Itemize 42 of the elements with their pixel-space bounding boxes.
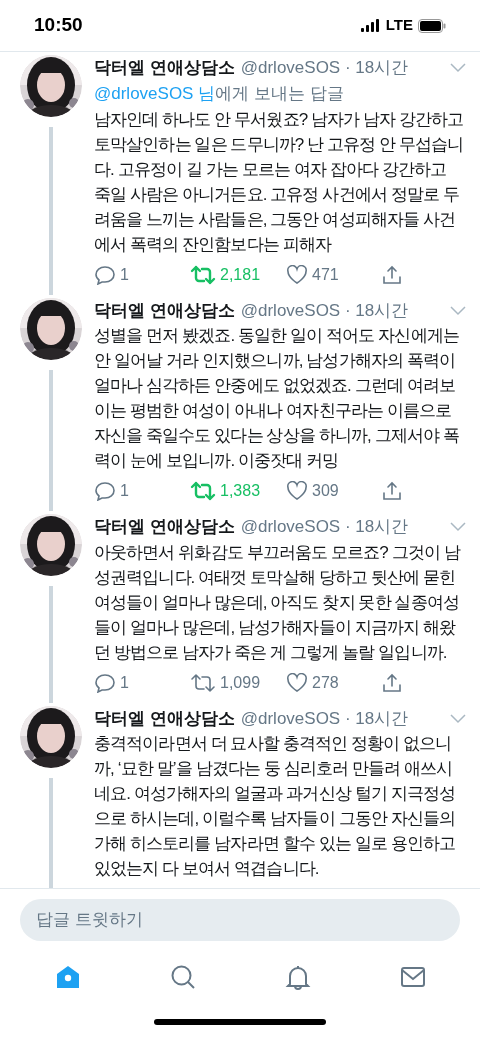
tweet-text: 성별을 먼저 봤겠죠. 동일한 일이 적어도 자신에게는 안 일어날 거라 인지했으니까, 남성가해자의 폭력이 얼마나 심각하든 안중에도 없었겠죠. 그런데 여려보이는 평범한 여성이 아내나 여자친구라는 이름으로 자신을 죽일수도 있다는 상상을 하니까, 그제서야 폭력이 눈에 보입니까. 이중잣대 커밍 bbox=[94, 325, 460, 472]
share-icon[interactable] bbox=[382, 672, 402, 693]
reply-count: 1 bbox=[120, 481, 129, 501]
handle-and-time: @drloveSOS · 18시간 bbox=[240, 299, 409, 322]
battery-icon bbox=[418, 18, 446, 33]
reply-icon[interactable] bbox=[94, 264, 116, 285]
mention-link[interactable]: @drloveSOS 님 bbox=[94, 83, 216, 103]
display-name: 닥터엘 연애상담소 bbox=[94, 57, 235, 79]
reply-count: 1 bbox=[120, 672, 129, 693]
retweet-count: 2,181 bbox=[220, 264, 261, 285]
signal-icon bbox=[360, 19, 381, 32]
retweet-icon[interactable] bbox=[190, 672, 216, 693]
status-time: 10:50 bbox=[34, 13, 83, 38]
display-name: 닥터엘 연애상담소 bbox=[94, 707, 235, 730]
network-label: LTE bbox=[385, 15, 413, 36]
handle-and-time: @drloveSOS · 18시간 bbox=[240, 57, 409, 79]
tweet-text: 아웃하면서 위화감도 부끄러움도 모르죠? 그것이 남성권력입니다. 여태껏 토막살해 당하고 뒷산에 묻힌 여성들이 얼마나 많은데, 아직도 찾지 못한 실종여성들이 얼마나 많은데, 남성가해자들이 지금까지 해왔던 방법으로 남자가 죽은 게 그렇게 놀랄 일입니까. bbox=[94, 541, 462, 664]
retweet-icon[interactable] bbox=[190, 264, 216, 285]
retweet-count: 1,099 bbox=[220, 672, 261, 693]
heart-icon[interactable] bbox=[286, 481, 308, 501]
tweet-text: 충격적이라면서 더 묘사할 충격적인 정황이 없으니까, ‘묘한 말’을 남겼다는 둥 심리호러 만들려 애쓰시네요. 여성가해자의 얼굴과 과거신상 털기 지극정성으로 하시는데, 이럴수록 남자들이 그동안 자신들의 가해 히스토리를 남자라면 할수 있는 일로 용인하고 있었는지 다 보여서 역겹습니다. bbox=[94, 733, 457, 880]
handle-and-time: @drloveSOS · 18시간 bbox=[240, 707, 409, 730]
share-icon[interactable] bbox=[382, 264, 402, 285]
like-count: 278 bbox=[312, 672, 339, 693]
heart-icon[interactable] bbox=[286, 264, 308, 285]
retweet-icon[interactable] bbox=[190, 481, 216, 501]
search-icon bbox=[168, 963, 197, 991]
reply-count: 1 bbox=[120, 264, 129, 285]
reply-context: @drloveSOS 님에게 보내는 답글 bbox=[94, 82, 345, 105]
reply-icon[interactable] bbox=[94, 672, 116, 693]
like-count: 309 bbox=[312, 481, 339, 501]
display-name: 닥터엘 연애상담소 bbox=[94, 516, 235, 538]
display-name: 닥터엘 연애상담소 bbox=[94, 299, 235, 322]
like-count: 471 bbox=[312, 264, 339, 285]
share-icon[interactable] bbox=[382, 481, 402, 501]
heart-icon[interactable] bbox=[286, 672, 308, 693]
reply-field[interactable]: 답글 트윗하기 bbox=[20, 899, 460, 941]
bell-icon bbox=[283, 963, 312, 991]
reply-icon[interactable] bbox=[94, 481, 116, 501]
retweet-count: 1,383 bbox=[220, 481, 261, 501]
tweet-text: 남자인데 하나도 안 무서웠죠? 남자가 남자 강간하고 토막살인하는 일은 드무니까? 난 고유정 안 무섭습니다. 고유정이 길 가는 모르는 여자 잡아다 강간하고 죽일 사람은 아니거든요. 고유정 사건에서 정말로 두려움을 느끼는 사람들은, 그동안 여성피해자들 사건에서 폭력의 잔인함보다는 피해자 bbox=[94, 108, 465, 256]
handle-and-time: @drloveSOS · 18시간 bbox=[240, 516, 409, 538]
